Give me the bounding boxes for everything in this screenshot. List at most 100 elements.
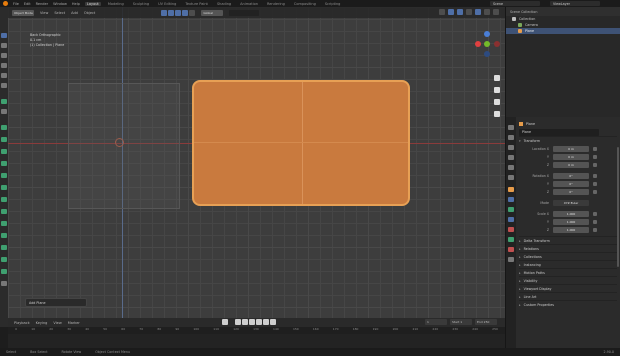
keyframe-dot-icon[interactable] [593, 154, 597, 159]
material-shading-icon[interactable] [484, 9, 490, 15]
workspace-tab-scripting[interactable]: Scripting [323, 2, 343, 6]
section-motion-paths[interactable]: ▸ Motion Paths [519, 268, 617, 276]
scale-x-field[interactable]: 1.000 [553, 210, 589, 217]
select-mode-subtract-icon[interactable] [175, 9, 182, 16]
data-tab-icon[interactable] [508, 237, 514, 242]
select-box-tool-icon[interactable] [1, 33, 7, 38]
measure-tool-icon[interactable] [1, 109, 7, 114]
blender-logo-icon[interactable] [3, 1, 8, 6]
add-cube-tool-icon[interactable] [1, 125, 7, 130]
poly-build-tool-icon[interactable] [1, 197, 7, 202]
record-icon[interactable] [222, 319, 228, 325]
workspace-tab-compositing[interactable]: Compositing [292, 2, 318, 6]
extra-tool-icon[interactable] [1, 281, 7, 286]
viewport-menu-select[interactable]: Select [54, 11, 65, 15]
scale-tool-icon[interactable] [1, 73, 7, 78]
select-mode-intersect-icon[interactable] [189, 9, 196, 16]
menu-file[interactable]: File [13, 2, 19, 6]
rotation-z-field[interactable]: 0° [553, 188, 589, 195]
scale-z-field[interactable]: 1.000 [553, 226, 589, 233]
keyframe-dot-icon[interactable] [593, 227, 597, 232]
ortho-toggle-icon[interactable] [494, 111, 500, 117]
tool-tab-icon[interactable] [508, 125, 514, 130]
timeline-menu-marker[interactable]: Marker [68, 321, 80, 325]
section-instancing[interactable]: ▸ Instancing [519, 260, 617, 268]
physics-tab-icon[interactable] [508, 217, 514, 222]
rotation-mode-dropdown[interactable]: XYZ Euler [553, 199, 589, 206]
pan-hand-icon[interactable] [494, 87, 500, 93]
visibility-icon[interactable] [439, 9, 445, 15]
keyframe-dot-icon[interactable] [593, 189, 597, 194]
rotate-tool-icon[interactable] [1, 63, 7, 68]
menu-window[interactable]: Window [53, 2, 67, 6]
outliner-item-plane[interactable]: Plane [506, 28, 620, 34]
workspace-tab-sculpting[interactable]: Sculpting [131, 2, 151, 6]
last-operator-panel[interactable]: Add Plane [25, 298, 87, 307]
object-tab-icon[interactable] [508, 187, 514, 192]
unselected-plane-object[interactable] [68, 83, 180, 209]
scene-selector[interactable]: Scene [490, 1, 540, 6]
xray-toggle-icon[interactable] [466, 9, 472, 15]
texture-tab-icon[interactable] [508, 257, 514, 262]
inset-tool-icon[interactable] [1, 149, 7, 154]
workspace-tab-layout[interactable]: Layout [84, 1, 101, 6]
keyframe-dot-icon[interactable] [593, 162, 597, 167]
timeline-menu-view[interactable]: View [53, 321, 61, 325]
bevel-tool-icon[interactable] [1, 161, 7, 166]
spin-tool-icon[interactable] [1, 209, 7, 214]
gizmo-neg-z-axis-icon[interactable] [484, 51, 490, 57]
pivot-field[interactable] [229, 9, 260, 16]
end-frame-field[interactable]: End 250 [475, 319, 497, 325]
keyframe-dot-icon[interactable] [593, 146, 597, 151]
jump-end-icon[interactable] [270, 319, 276, 325]
keyframe-dot-icon[interactable] [593, 211, 597, 216]
start-frame-field[interactable]: Start 1 [450, 319, 472, 325]
transform-tool-icon[interactable] [1, 83, 7, 88]
smooth-tool-icon[interactable] [1, 221, 7, 226]
section-visibility[interactable]: ▸ Visibility [519, 276, 617, 284]
rotation-x-field[interactable]: 0° [553, 172, 589, 179]
transform-section[interactable]: ▾ Transform [519, 136, 617, 144]
modifier-tab-icon[interactable] [508, 197, 514, 202]
knife-tool-icon[interactable] [1, 185, 7, 190]
workspace-tab-rendering[interactable]: Rendering [265, 2, 287, 6]
cursor-tool-icon[interactable] [1, 43, 7, 48]
section-relations[interactable]: ▸ Relations [519, 244, 617, 252]
world-tab-icon[interactable] [508, 175, 514, 180]
play-reverse-icon[interactable] [249, 319, 255, 325]
edge-slide-tool-icon[interactable] [1, 233, 7, 238]
shear-tool-icon[interactable] [1, 257, 7, 262]
mode-selector[interactable]: Object Mode [12, 9, 34, 16]
current-frame-field[interactable]: 1 [425, 319, 447, 325]
render-tab-icon[interactable] [508, 135, 514, 140]
view-layer-tab-icon[interactable] [508, 155, 514, 160]
location-x-field[interactable]: 0 m [553, 145, 589, 152]
workspace-tab-modeling[interactable]: Modeling [106, 2, 126, 6]
transform-orientation[interactable]: Global [201, 9, 224, 16]
prev-key-icon[interactable] [242, 319, 248, 325]
workspace-tab-animation[interactable]: Animation [238, 2, 260, 6]
extrude-tool-icon[interactable] [1, 137, 7, 142]
navigation-gizmo[interactable] [472, 29, 502, 69]
select-mode-invert-icon[interactable] [182, 9, 189, 16]
workspace-tab-texture-paint[interactable]: Texture Paint [183, 2, 210, 6]
object-name-field[interactable]: Plane [519, 128, 599, 136]
section-custom-properties[interactable]: ▸ Custom Properties [519, 300, 617, 308]
zoom-icon[interactable] [494, 75, 500, 81]
rip-tool-icon[interactable] [1, 269, 7, 274]
location-z-field[interactable]: 0 m [553, 161, 589, 168]
workspace-tab-shading[interactable]: Shading [215, 2, 233, 6]
selected-plane-object[interactable] [192, 80, 410, 206]
loop-cut-tool-icon[interactable] [1, 173, 7, 178]
section-delta-transform[interactable]: ▸ Delta Transform [519, 236, 617, 244]
jump-start-icon[interactable] [235, 319, 241, 325]
shrink-tool-icon[interactable] [1, 245, 7, 250]
gizmo-z-axis-icon[interactable] [484, 31, 490, 37]
select-mode-extend-icon[interactable] [168, 9, 175, 16]
viewport-menu-object[interactable]: Object [84, 11, 95, 15]
camera-view-icon[interactable] [494, 99, 500, 105]
gizmo-toggle-icon[interactable] [448, 9, 454, 15]
play-icon[interactable] [256, 319, 262, 325]
material-tab-icon[interactable] [508, 247, 514, 252]
menu-help[interactable]: Help [72, 2, 80, 6]
